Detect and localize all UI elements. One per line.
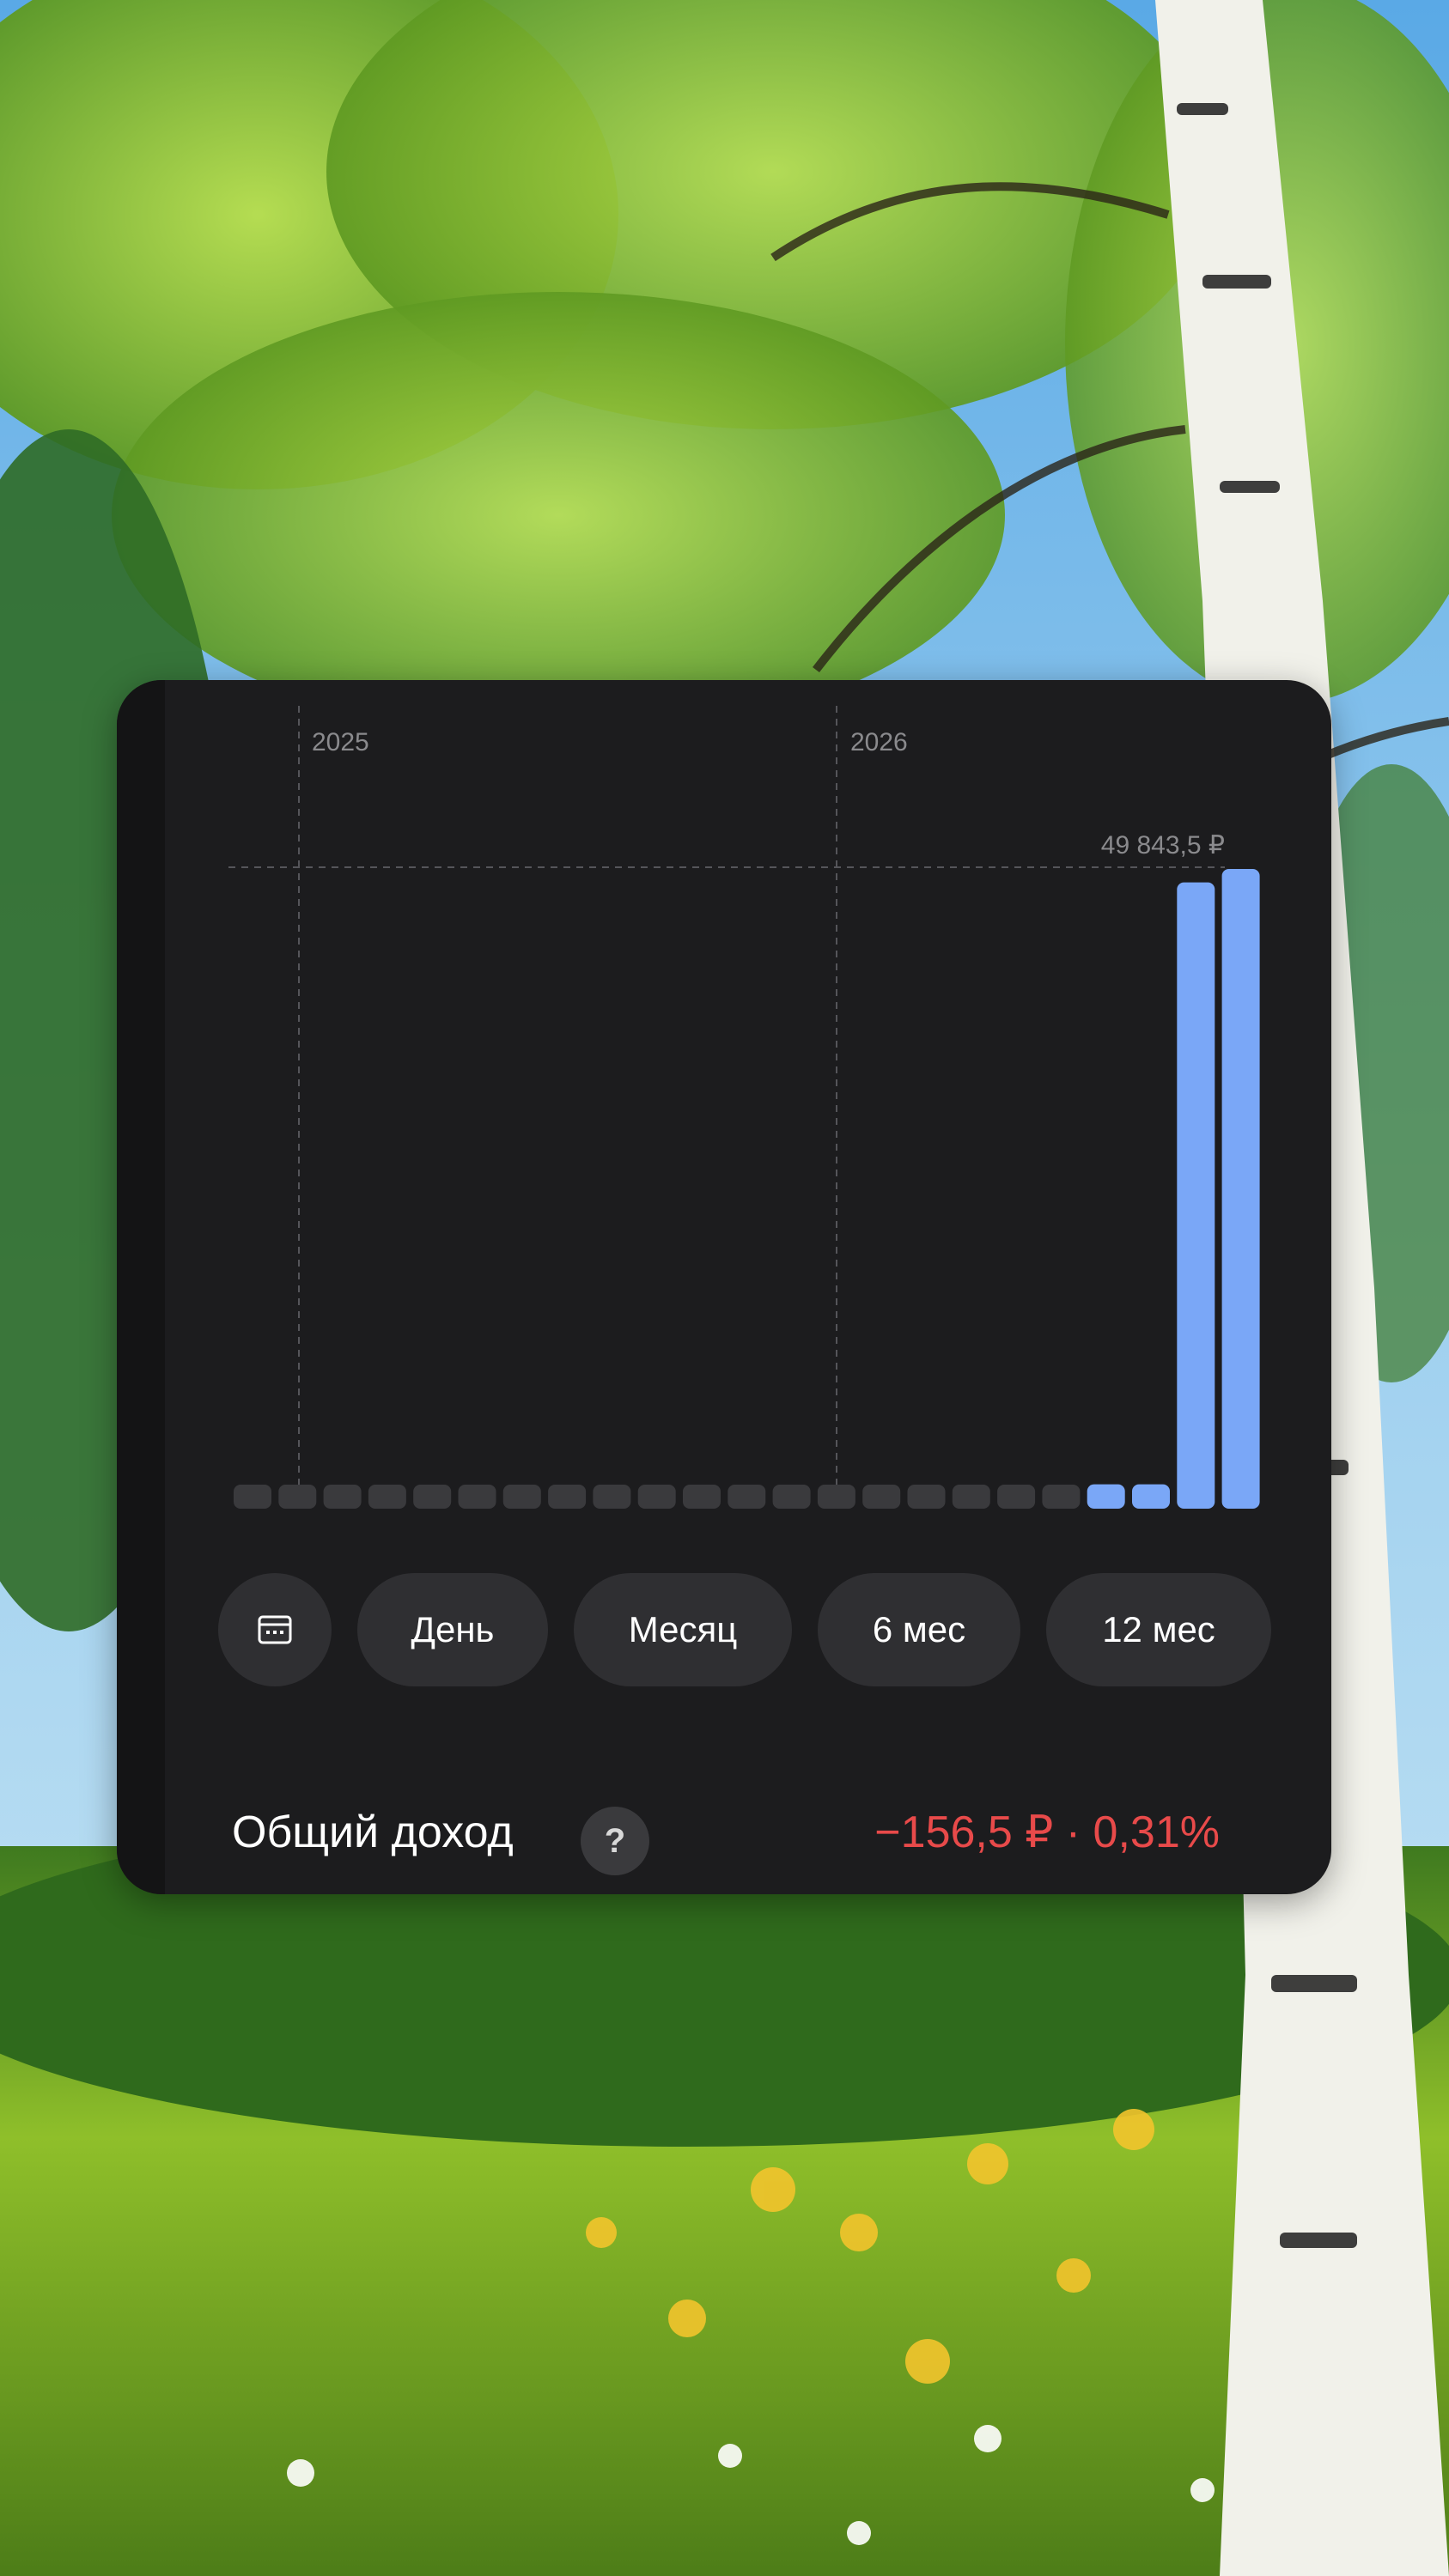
period-month-button[interactable]: Месяц bbox=[574, 1573, 792, 1686]
calendar-button[interactable] bbox=[218, 1573, 332, 1686]
max-value-label: 49 843,5 ₽ bbox=[1101, 831, 1225, 860]
chart-bar bbox=[862, 1485, 901, 1509]
chart-bar bbox=[728, 1485, 766, 1509]
income-bar-chart: 2025 2026 49 843,5 ₽ bbox=[228, 706, 1260, 1509]
period-6-months-button[interactable]: 6 мес bbox=[818, 1573, 1020, 1686]
chart-bars bbox=[234, 869, 1260, 1509]
chart-bar bbox=[1132, 1484, 1170, 1509]
chart-bar bbox=[907, 1485, 946, 1509]
chart-bar bbox=[323, 1485, 362, 1509]
income-percent: 0,31% bbox=[1093, 1807, 1220, 1857]
chart-bar bbox=[234, 1485, 271, 1509]
chart-bar bbox=[637, 1485, 676, 1509]
total-income-value: −156,5 ₽ · 0,31% bbox=[874, 1807, 1220, 1858]
chart-bar bbox=[502, 1485, 541, 1509]
income-separator: · bbox=[1065, 1807, 1081, 1857]
chart-bar bbox=[548, 1485, 587, 1509]
chart-bar bbox=[1221, 869, 1260, 1509]
chart-bar bbox=[997, 1485, 1036, 1509]
chart-bar bbox=[1177, 882, 1215, 1509]
chart-bar bbox=[458, 1485, 496, 1509]
chart-bar bbox=[772, 1485, 811, 1509]
chart-bar bbox=[413, 1485, 452, 1509]
year-label-2026: 2026 bbox=[850, 728, 908, 756]
chart-bar bbox=[1042, 1485, 1081, 1509]
chart-bar bbox=[683, 1485, 721, 1509]
chart-bar bbox=[952, 1485, 990, 1509]
chart-bar bbox=[817, 1485, 855, 1509]
chart-bar bbox=[368, 1485, 406, 1509]
help-icon: ? bbox=[604, 1821, 626, 1860]
chart-grid bbox=[228, 706, 1225, 1509]
chart-bar bbox=[593, 1485, 631, 1509]
income-widget[interactable]: 2025 2026 49 843,5 ₽ День Месяц 6 мес 12… bbox=[117, 680, 1331, 1894]
calendar-icon bbox=[258, 1615, 292, 1644]
period-12-months-button[interactable]: 12 мес bbox=[1046, 1573, 1271, 1686]
chart-bar bbox=[1087, 1484, 1125, 1509]
help-button[interactable]: ? bbox=[581, 1807, 649, 1875]
income-amount: −156,5 ₽ bbox=[874, 1807, 1054, 1857]
period-selector: День Месяц 6 мес 12 мес bbox=[218, 1573, 1300, 1686]
total-income-label: Общий доход bbox=[232, 1807, 514, 1857]
year-label-2025: 2025 bbox=[312, 728, 369, 756]
period-day-button[interactable]: День bbox=[357, 1573, 548, 1686]
chart-bar bbox=[278, 1485, 317, 1509]
